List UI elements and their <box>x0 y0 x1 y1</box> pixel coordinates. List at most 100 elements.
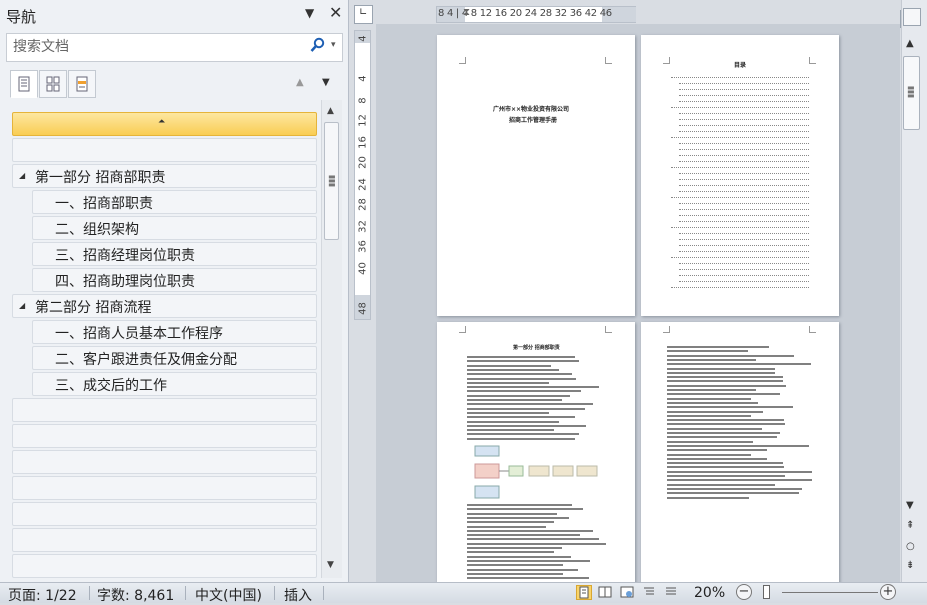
zoom-out-icon[interactable]: − <box>736 584 752 600</box>
text-line <box>467 416 575 419</box>
text-line <box>467 390 581 393</box>
text-line <box>667 432 780 434</box>
vertical-ruler[interactable]: 4 4 8 12 16 20 24 28 32 36 40 48 <box>354 30 371 320</box>
heading-row[interactable]: 二、客户跟进责任及佣金分配 <box>32 346 317 370</box>
insert-mode[interactable]: 插入 <box>284 585 312 605</box>
search-input[interactable] <box>11 38 305 56</box>
heading-row[interactable]: 三、招商经理岗位职责 <box>32 242 317 266</box>
text-line <box>467 433 579 436</box>
toc-line <box>679 181 809 186</box>
zoom-slider-thumb[interactable] <box>763 585 770 599</box>
nav-scroll-thumb[interactable]: ▬ ▬ ▬ <box>324 122 339 240</box>
scroll-down-arrow-icon[interactable]: ▼ <box>906 500 914 511</box>
next-page-icon[interactable]: ⇟ <box>906 560 914 571</box>
document-scroll-thumb[interactable]: ▬ ▬ ▬ <box>903 56 920 130</box>
toc-line <box>679 85 809 90</box>
indent-marker-icon[interactable]: ⧗ <box>463 7 470 18</box>
heading-row-empty[interactable] <box>12 138 317 162</box>
zoom-in-icon[interactable]: + <box>880 584 896 600</box>
text-line <box>667 479 812 482</box>
search-box[interactable]: ▾ <box>6 33 343 62</box>
ruler-label: 40 <box>357 262 369 275</box>
text-line <box>467 437 575 440</box>
ruler-label: 28 <box>357 198 369 211</box>
print-layout-view-icon[interactable] <box>576 585 592 600</box>
scroll-down-arrow-icon[interactable]: ▼ <box>327 560 334 570</box>
page-thumbnail-4[interactable] <box>641 322 839 582</box>
document-scrollbar[interactable]: ▲ ▬ ▬ ▬ ▼ ⇞ ○ ⇟ <box>901 0 927 582</box>
expanded-triangle-icon[interactable]: ◢ <box>19 301 25 310</box>
scroll-up-arrow-icon[interactable]: ▲ <box>327 106 334 116</box>
full-screen-reading-view-icon[interactable] <box>598 585 614 600</box>
word-count[interactable]: 字数: 8,461 <box>97 585 174 605</box>
document-canvas[interactable]: 广州市××物业投资有限公司 招商工作管理手册 目录 第一部分 招商部职责 <box>376 24 900 582</box>
heading-row-top-selected[interactable]: ⏶ <box>12 112 317 136</box>
text-line <box>667 470 812 473</box>
heading-row[interactable]: 一、招商部职责 <box>32 190 317 214</box>
next-heading-arrow-icon[interactable]: ▼ <box>322 77 330 88</box>
page-thumbnail-3[interactable]: 第一部分 招商部职责 <box>437 322 635 582</box>
heading-row[interactable]: ◢ 第二部分 招商流程 <box>12 294 317 318</box>
tab-selector-button[interactable]: ∟ <box>354 5 373 24</box>
page-count[interactable]: 页面: 1/22 <box>8 585 77 605</box>
text-line <box>467 555 571 558</box>
text-line <box>467 381 549 384</box>
zoom-slider-track[interactable] <box>782 592 878 593</box>
draft-view-icon[interactable] <box>664 585 680 600</box>
web-layout-view-icon[interactable] <box>620 585 636 600</box>
toc-line <box>679 145 809 150</box>
nav-scrollbar[interactable]: ▲ ▬ ▬ ▬ ▼ <box>321 100 342 578</box>
toc-line <box>679 169 809 174</box>
toc-line <box>679 187 809 192</box>
text-line <box>467 360 579 363</box>
text-line <box>467 529 593 532</box>
toc-line <box>671 103 809 108</box>
text-line <box>667 466 784 469</box>
text-line <box>667 483 775 486</box>
expanded-triangle-icon[interactable]: ◢ <box>19 171 25 180</box>
heading-label: 一、招商部职责 <box>55 196 153 212</box>
text-line <box>667 350 748 353</box>
heading-row[interactable]: ◢ 第一部分 招商部职责 <box>12 164 317 188</box>
scroll-up-arrow-icon[interactable]: ▲ <box>906 38 914 49</box>
heading-label: 第二部分 招商流程 <box>35 300 152 316</box>
outline-view-icon[interactable] <box>642 585 658 600</box>
heading-row[interactable]: 二、组织架构 <box>32 216 317 240</box>
tab-browse-results[interactable] <box>68 70 96 98</box>
toc-line <box>671 253 809 258</box>
zoom-level[interactable]: 20% <box>694 585 725 601</box>
toc-line <box>671 163 809 168</box>
heading-row[interactable]: 三、成交后的工作 <box>32 372 317 396</box>
search-icon[interactable] <box>310 37 326 55</box>
close-icon[interactable]: ✕ <box>329 3 342 22</box>
toc-line <box>679 175 809 180</box>
previous-page-icon[interactable]: ⇞ <box>906 520 914 531</box>
nav-options-dropdown-icon[interactable]: ▼ <box>305 6 314 20</box>
heading-row[interactable]: 一、招商人员基本工作程序 <box>32 320 317 344</box>
heading-row-empty <box>12 502 317 526</box>
heading-row-empty <box>12 476 317 500</box>
tab-browse-headings[interactable] <box>10 70 38 98</box>
page-thumbnail-2[interactable]: 目录 <box>641 35 839 316</box>
search-results-icon <box>76 76 88 92</box>
page-thumbnail-1[interactable]: 广州市××物业投资有限公司 招商工作管理手册 <box>437 35 635 316</box>
toc-line <box>679 91 809 96</box>
select-browse-object-icon[interactable]: ○ <box>906 541 915 552</box>
page3-heading: 第一部分 招商部职责 <box>513 345 560 351</box>
text-line <box>467 364 551 367</box>
collapse-up-icon[interactable]: ⏶ <box>158 117 165 127</box>
toc-line <box>679 229 809 234</box>
text-line <box>667 393 780 396</box>
heading-row-empty <box>12 450 317 474</box>
heading-row[interactable]: 四、招商助理岗位职责 <box>32 268 317 292</box>
tab-browse-pages[interactable] <box>39 70 67 98</box>
heading-label: 二、客户跟进责任及佣金分配 <box>55 352 237 368</box>
language[interactable]: 中文(中国) <box>195 585 262 605</box>
horizontal-ruler[interactable]: 8 4 | 4 8 12 16 20 24 28 32 36 42 46 ⧗ <box>436 6 636 23</box>
search-options-chevron-icon[interactable]: ▾ <box>331 40 336 50</box>
previous-heading-arrow-icon[interactable]: ▲ <box>296 77 304 88</box>
text-line <box>667 444 809 447</box>
text-line <box>467 411 549 414</box>
text-line <box>467 516 569 519</box>
view-ruler-toggle-icon[interactable] <box>903 8 921 26</box>
